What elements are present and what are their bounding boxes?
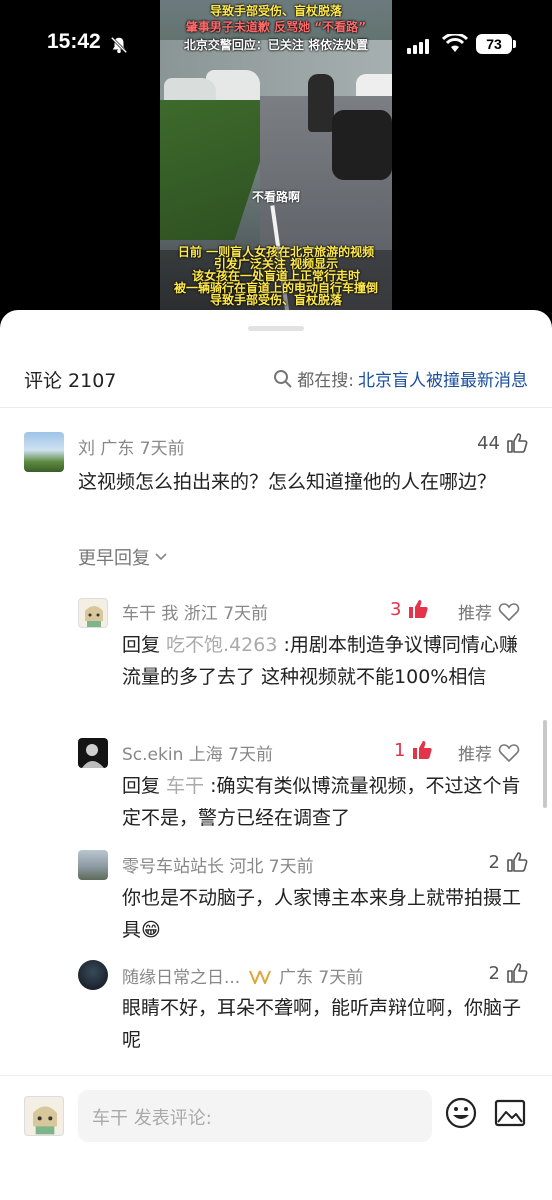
comment-sheet: 评论 2107 都在搜: 北京盲人被撞最新消息 刘 广东 7天前 44 这视频怎… [0, 310, 552, 1200]
like-button[interactable]: 2 [489, 962, 528, 984]
like-count: 2 [488, 851, 500, 873]
like-button[interactable]: 2 [489, 851, 528, 873]
reply-prefix: 回复 [122, 634, 167, 656]
my-avatar[interactable] [24, 1096, 64, 1136]
badge-icon [248, 970, 271, 986]
comment-input-placeholder: 车干 发表评论: [92, 1108, 212, 1129]
reply-user-meta[interactable]: 车干 我 浙江 7天前 [122, 599, 268, 624]
reply-text: 你也是不动脑子，人家博主本来身上就带拍摄工具😁 [122, 887, 522, 941]
drag-handle[interactable] [248, 326, 304, 331]
thumbs-up-filled-icon [409, 600, 429, 618]
reply-to-user[interactable]: 车干 [166, 775, 204, 797]
reply-text: 回复 吃不饱.4263 :用剧本制造争议博同情心赚流量的多了去了 这种视频就不能… [122, 629, 532, 693]
avatar[interactable] [78, 960, 108, 990]
reply-username[interactable]: 随缘日常之日... [122, 968, 240, 988]
comment-input-bar: 车干 发表评论: [0, 1075, 552, 1200]
like-button[interactable]: 44 [477, 432, 528, 454]
trending-search-query[interactable]: 北京盲人被撞最新消息 [358, 366, 528, 391]
reply-user-location: 广东 7天前 [279, 968, 364, 988]
heart-icon [498, 602, 520, 621]
reply-prefix: 回复 [122, 775, 167, 797]
cellular-signal-icon [407, 39, 429, 54]
divider [0, 407, 552, 408]
battery-tip [513, 40, 516, 48]
trending-search[interactable]: 都在搜: 北京盲人被撞最新消息 [273, 366, 528, 391]
heart-icon [498, 743, 520, 762]
avatar-drawing-icon [85, 606, 103, 627]
status-time: 15:42 [47, 30, 101, 53]
reply-text: 回复 车干 :确实有类似博流量视频，不过这个肯定不是，警方已经在调查了 [122, 770, 532, 834]
status-bar: 15:42 73 [0, 0, 552, 90]
battery-indicator: 73 [476, 34, 512, 54]
like-count: 1 [394, 739, 406, 761]
thumbs-up-icon [507, 433, 528, 453]
video-mid-text: 不看路啊 [251, 190, 300, 204]
thumbs-up-icon [507, 963, 528, 983]
wifi-icon [442, 34, 468, 52]
recommend-button[interactable]: 推荐 [458, 599, 520, 624]
bell-muted-icon [110, 36, 128, 54]
image-icon[interactable] [494, 1098, 526, 1128]
search-icon [274, 369, 292, 388]
thumbs-up-icon [507, 852, 528, 872]
reply-to-user[interactable]: 吃不饱.4263 [166, 634, 277, 656]
avatar[interactable] [24, 432, 64, 472]
avatar-drawing-icon [33, 1106, 57, 1135]
reply-text: 眼睛不好，耳朵不聋啊，能听声辩位啊，你脑子呢 [122, 997, 522, 1051]
thumbs-up-filled-icon [413, 741, 433, 759]
comment-user-meta[interactable]: 刘 广东 7天前 [78, 434, 185, 459]
emoji-icon[interactable] [444, 1096, 478, 1130]
like-button[interactable]: 1 [394, 739, 433, 761]
comment-input[interactable]: 车干 发表评论: [78, 1090, 432, 1142]
more-replies-label: 更早回复 [78, 548, 150, 569]
avatar[interactable] [78, 598, 108, 628]
like-button[interactable]: 3 [390, 598, 429, 620]
more-replies-button[interactable]: 更早回复 [78, 544, 168, 570]
trending-search-prefix: 都在搜: [297, 371, 354, 391]
recommend-label: 推荐 [458, 604, 492, 624]
video-caption-bottom-5: 导致手部受伤、盲杖脱落 [209, 293, 342, 307]
like-count: 3 [390, 598, 402, 620]
comment-count-title: 评论 2107 [24, 370, 117, 392]
recommend-label: 推荐 [458, 745, 492, 765]
avatar-photo-icon [82, 744, 104, 768]
avatar[interactable] [78, 850, 108, 880]
avatar[interactable] [78, 738, 108, 768]
reply-user-meta[interactable]: Sc.ekin 上海 7天前 [122, 740, 273, 765]
reply-user-meta[interactable]: 零号车站站长 河北 7天前 [122, 852, 314, 877]
comment-text: 这视频怎么拍出来的？怎么知道撞他的人在哪边？ [78, 471, 497, 493]
video-scooter [332, 110, 392, 180]
like-count: 2 [488, 962, 500, 984]
reply-user-meta[interactable]: 随缘日常之日... 广东 7天前 [122, 963, 363, 988]
chevron-down-icon [155, 553, 167, 561]
recommend-button[interactable]: 推荐 [458, 740, 520, 765]
scrollbar[interactable] [543, 720, 547, 808]
like-count: 44 [477, 432, 500, 454]
